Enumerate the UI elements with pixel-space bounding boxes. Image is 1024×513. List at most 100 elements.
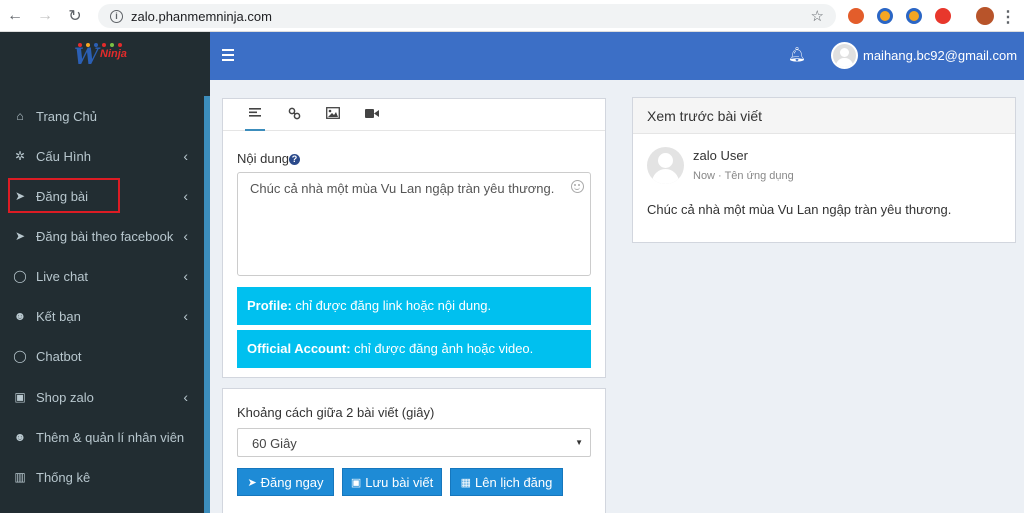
post-now-label: Đăng ngay bbox=[260, 474, 324, 490]
profile-notice: Profile: chỉ được đăng link hoặc nội dun… bbox=[237, 287, 591, 325]
extension-icon[interactable] bbox=[906, 8, 922, 24]
help-icon[interactable]: ? bbox=[289, 154, 301, 165]
schedule-post-button[interactable]: ▦ Lên lịch đăng bbox=[450, 468, 563, 496]
sidebar-item-statistics[interactable]: ▥ Thống kê bbox=[0, 457, 204, 497]
bookmark-star-icon[interactable]: ☆ bbox=[811, 7, 824, 25]
profile-notice-text: chỉ được đăng link hoặc nội dung. bbox=[291, 298, 492, 313]
sidebar-item-label: Live chat bbox=[36, 268, 89, 284]
users-icon: ☻ bbox=[13, 309, 27, 323]
user-plus-icon: ☻ bbox=[13, 430, 27, 444]
shopping-bag-icon: ▣ bbox=[14, 390, 26, 404]
chevron-left-icon: ‹ bbox=[183, 389, 188, 405]
schedule-post-label: Lên lịch đăng bbox=[475, 474, 553, 490]
profile-avatar[interactable] bbox=[976, 7, 994, 25]
caret-down-icon: ▼ bbox=[575, 438, 583, 447]
sidebar-item-label: Cấu Hình bbox=[36, 148, 91, 164]
chevron-left-icon: ‹ bbox=[183, 188, 188, 204]
official-notice-bold: Official Account: bbox=[247, 341, 351, 356]
sidebar-item-chatbot[interactable]: ◯ Chatbot bbox=[0, 336, 204, 376]
sidebar-item-live-chat[interactable]: ◯ Live chat ‹ bbox=[0, 256, 204, 296]
gear-icon: ✲ bbox=[14, 149, 26, 163]
post-preview-panel: Xem trước bài viết zalo User Now · Tên ứ… bbox=[632, 97, 1016, 243]
extension-icon[interactable] bbox=[877, 8, 893, 24]
preview-meta: Now · Tên ứng dụng bbox=[693, 170, 794, 182]
browser-toolbar: ← → ↻ i zalo.phanmemninja.com ☆ ⋮ bbox=[0, 0, 1024, 32]
top-header: 🔔︎ maihang.bc92@gmail.com bbox=[210, 32, 1024, 80]
reload-button[interactable]: ↻ bbox=[60, 0, 90, 32]
profile-notice-bold: Profile: bbox=[247, 298, 292, 313]
sidebar-item-shop[interactable]: ▣ Shop zalo ‹ bbox=[0, 377, 204, 417]
paper-plane-icon: ➤ bbox=[247, 476, 257, 489]
chevron-left-icon: ‹ bbox=[183, 228, 188, 244]
hamburger-menu-icon[interactable] bbox=[222, 49, 234, 61]
sidebar-item-label: Chatbot bbox=[36, 348, 82, 364]
address-bar[interactable]: i zalo.phanmemninja.com ☆ bbox=[98, 4, 836, 28]
interval-label: Khoảng cách giữa 2 bài viết (giây) bbox=[237, 405, 435, 420]
content-label-text: Nội dung bbox=[237, 151, 290, 166]
user-email[interactable]: maihang.bc92@gmail.com bbox=[863, 48, 1017, 63]
sidebar-item-staff[interactable]: ☻ Thêm & quản lí nhân viên bbox=[0, 417, 204, 457]
emoji-icon[interactable] bbox=[571, 180, 584, 193]
extension-icon[interactable] bbox=[848, 8, 864, 24]
sidebar-item-label: Shop zalo bbox=[36, 389, 94, 405]
sidebar-item-add-friends[interactable]: ☻ Kết bạn ‹ bbox=[0, 296, 204, 336]
url-text: zalo.phanmemninja.com bbox=[131, 8, 272, 24]
image-icon bbox=[326, 107, 340, 119]
post-now-button[interactable]: ➤ Đăng ngay bbox=[237, 468, 334, 496]
bar-chart-icon: ▥ bbox=[14, 470, 26, 484]
save-icon: ▣ bbox=[350, 476, 362, 489]
content-textarea[interactable]: Chúc cả nhà một mùa Vu Lan ngập tràn yêu… bbox=[237, 172, 591, 276]
editor-tabs bbox=[223, 99, 605, 131]
content-label: Nội dung? bbox=[237, 151, 301, 166]
tab-link[interactable] bbox=[284, 107, 304, 125]
preview-content: Chúc cả nhà một mùa Vu Lan ngập tràn yêu… bbox=[647, 202, 952, 217]
link-icon bbox=[288, 107, 300, 120]
sidebar-item-home[interactable]: ⌂ Trang Chủ bbox=[0, 96, 204, 136]
back-button[interactable]: ← bbox=[0, 0, 30, 32]
sidebar-item-label: Trang Chủ bbox=[36, 108, 97, 124]
extension-icon[interactable] bbox=[935, 8, 951, 24]
browser-menu-icon[interactable]: ⋮ bbox=[1000, 7, 1016, 27]
sidebar-item-label: Thống kê bbox=[36, 469, 91, 485]
save-post-label: Lưu bài viết bbox=[365, 474, 434, 490]
logo-letter: W bbox=[74, 44, 99, 70]
bell-icon[interactable]: 🔔︎ bbox=[788, 46, 806, 63]
tab-image[interactable] bbox=[323, 107, 343, 125]
official-notice-text: chỉ được đăng ảnh hoặc video. bbox=[350, 341, 534, 356]
sidebar: W Ninja ⌂ Trang Chủ ✲ Cấu Hình ‹ ➤ Đăng … bbox=[0, 32, 210, 513]
brand-logo[interactable]: W Ninja bbox=[74, 42, 136, 70]
interval-select[interactable]: 60 Giây ▼ bbox=[237, 428, 591, 457]
logo-text: Ninja bbox=[100, 48, 127, 60]
align-left-icon bbox=[249, 108, 261, 117]
forward-button[interactable]: → bbox=[30, 0, 60, 32]
save-post-button[interactable]: ▣ Lưu bài viết bbox=[342, 468, 442, 496]
preview-user-name: zalo User bbox=[693, 148, 748, 163]
chat-bubble-icon: ◯ bbox=[13, 269, 27, 283]
tab-video[interactable] bbox=[362, 107, 382, 125]
sidebar-item-label: Kết bạn bbox=[36, 308, 81, 324]
user-avatar[interactable] bbox=[831, 42, 858, 69]
sidebar-item-settings[interactable]: ✲ Cấu Hình ‹ bbox=[0, 136, 204, 176]
video-camera-icon bbox=[365, 109, 379, 118]
chevron-left-icon: ‹ bbox=[183, 148, 188, 164]
preview-title: Xem trước bài viết bbox=[633, 98, 1015, 134]
post-editor-panel: Nội dung? Chúc cả nhà một mùa Vu Lan ngậ… bbox=[222, 98, 606, 378]
calendar-icon: ▦ bbox=[460, 476, 472, 489]
paper-plane-icon: ➤ bbox=[14, 229, 26, 243]
home-icon: ⌂ bbox=[16, 109, 24, 123]
sidebar-item-post-facebook[interactable]: ➤ Đăng bài theo facebook ‹ bbox=[0, 216, 204, 256]
post-options-panel: Khoảng cách giữa 2 bài viết (giây) 60 Gi… bbox=[222, 388, 606, 513]
official-account-notice: Official Account: chỉ được đăng ảnh hoặc… bbox=[237, 330, 591, 368]
tab-text[interactable] bbox=[245, 107, 265, 131]
chat-bubble-icon: ◯ bbox=[13, 349, 27, 363]
chevron-left-icon: ‹ bbox=[183, 308, 188, 324]
interval-selected-value: 60 Giây bbox=[252, 436, 297, 451]
site-info-icon[interactable]: i bbox=[110, 9, 123, 23]
sidebar-item-label: Thêm & quản lí nhân viên bbox=[36, 429, 185, 445]
sidebar-item-label: Đăng bài theo facebook bbox=[36, 228, 174, 244]
highlight-box bbox=[8, 178, 120, 213]
chevron-left-icon: ‹ bbox=[183, 268, 188, 284]
preview-avatar bbox=[647, 147, 684, 184]
content-text: Chúc cả nhà một mùa Vu Lan ngập tràn yêu… bbox=[250, 181, 555, 196]
sidebar-scrollbar[interactable] bbox=[204, 96, 210, 513]
